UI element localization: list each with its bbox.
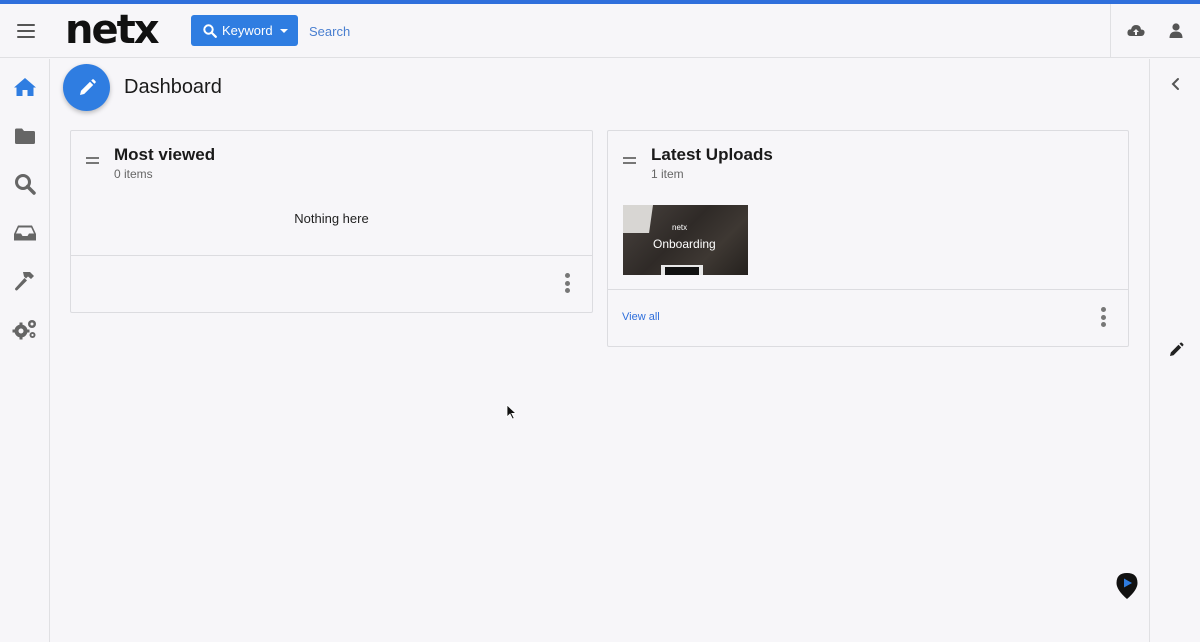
drag-handle-icon[interactable] — [623, 157, 636, 167]
edit-dashboard-button[interactable] — [63, 64, 110, 111]
card-title: Most viewed — [114, 145, 216, 164]
page-title: Dashboard — [124, 76, 222, 98]
chat-widget-icon[interactable] — [1115, 572, 1139, 600]
item-count: 0 items — [114, 167, 153, 181]
topbar-divider — [1110, 4, 1111, 58]
hammer-icon[interactable] — [12, 268, 38, 294]
latest-uploads-card: Latest Uploads 1 item netx Onboarding Vi… — [607, 130, 1129, 347]
home-icon[interactable] — [12, 74, 38, 100]
menu-icon[interactable] — [14, 20, 38, 42]
left-sidebar: G文 — [0, 59, 50, 642]
thumbnail-logo: netx — [672, 223, 688, 232]
inbox-icon[interactable] — [12, 220, 38, 246]
card-title: Latest Uploads — [651, 145, 773, 164]
search-input[interactable] — [305, 17, 705, 45]
item-count: 1 item — [651, 167, 684, 181]
mouse-cursor-icon — [506, 404, 518, 420]
search-icon[interactable] — [12, 171, 38, 197]
keyword-dropdown-button[interactable]: Keyword — [191, 15, 298, 46]
user-icon[interactable] — [1166, 21, 1186, 41]
card-divider — [71, 255, 592, 256]
pencil-icon[interactable] — [1168, 342, 1184, 358]
thumbnail-label: Onboarding — [653, 237, 716, 251]
search-icon — [203, 23, 217, 38]
asset-thumbnail[interactable]: netx Onboarding — [623, 205, 748, 275]
gears-icon[interactable] — [12, 316, 38, 342]
view-all-link[interactable]: View all — [622, 311, 660, 323]
caret-down-icon — [279, 28, 288, 33]
netx-logo[interactable]: netx — [65, 6, 160, 54]
card-divider — [608, 289, 1128, 290]
empty-state-text: Nothing here — [294, 211, 369, 226]
keyword-label: Keyword — [222, 23, 273, 38]
top-bar: netx Keyword — [0, 4, 1200, 58]
right-rail — [1149, 59, 1200, 642]
pencil-icon — [79, 78, 96, 95]
cloud-upload-icon[interactable] — [1126, 21, 1146, 41]
more-options-icon[interactable] — [562, 273, 572, 295]
thumbnail-paper — [623, 205, 653, 233]
drag-handle-icon[interactable] — [86, 157, 99, 167]
folder-icon[interactable] — [12, 123, 38, 149]
most-viewed-card: Most viewed 0 items Nothing here — [70, 130, 593, 313]
thumbnail-laptop-screen — [665, 267, 699, 275]
chevron-left-icon[interactable] — [1169, 77, 1183, 91]
more-options-icon[interactable] — [1098, 307, 1108, 329]
